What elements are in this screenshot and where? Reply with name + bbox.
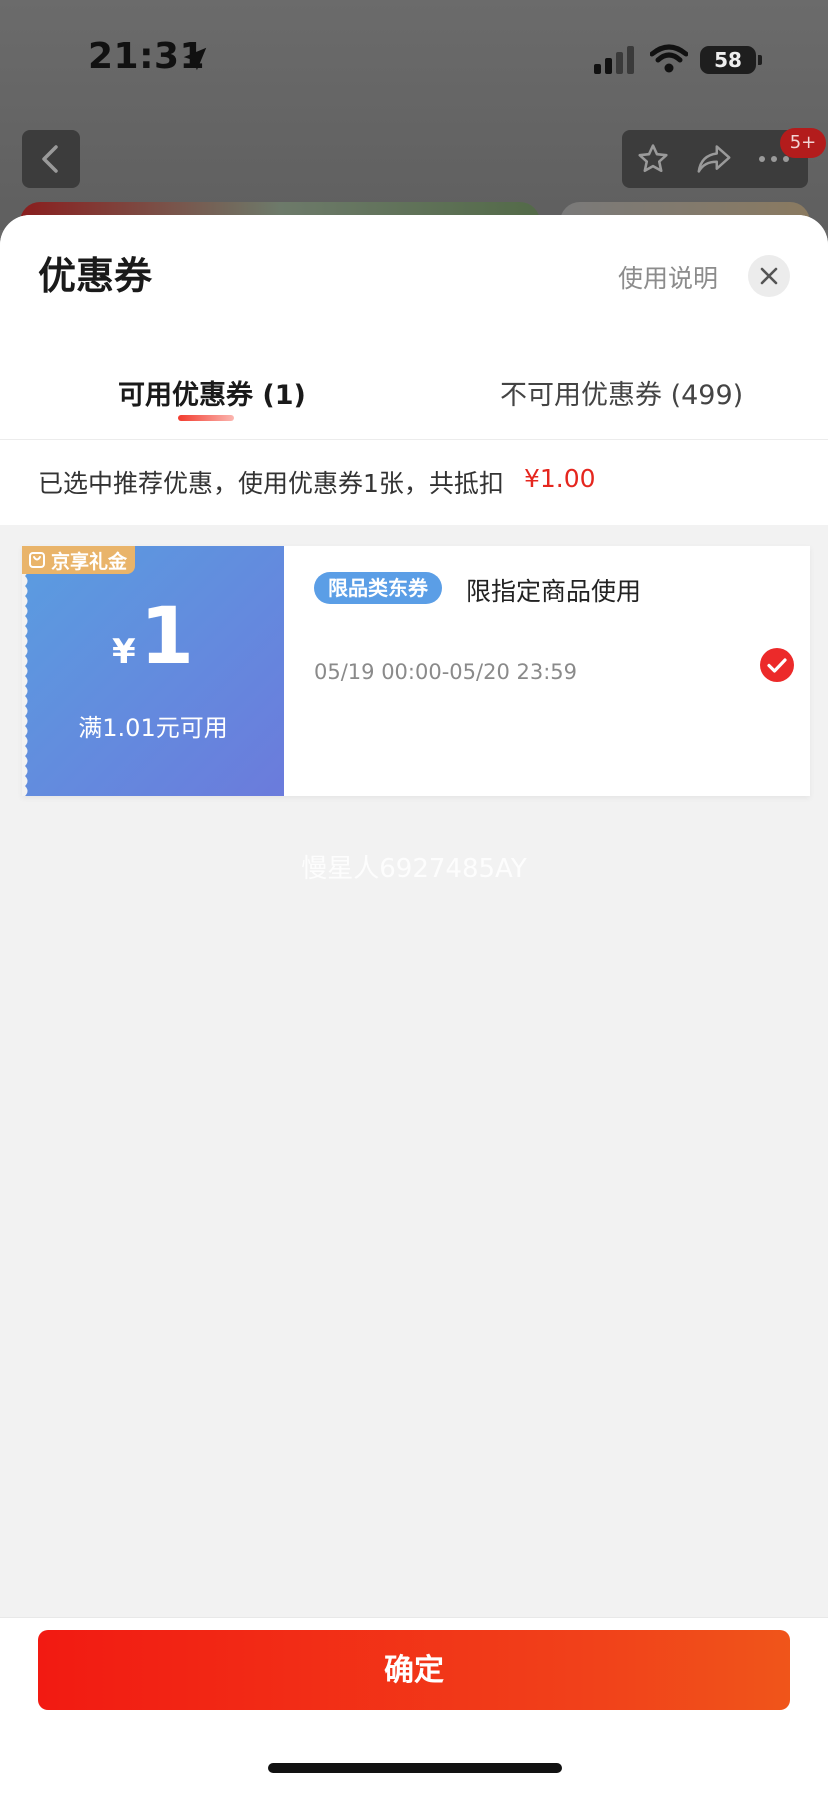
sheet-header: 优惠券 使用说明 可用优惠券 (1) 不可用优惠券 (499) — [0, 215, 828, 440]
gift-tag: 京享礼金 — [22, 546, 136, 574]
location-arrow-icon — [183, 47, 207, 71]
summary-text: 已选中推荐优惠，使用优惠券1张，共抵扣 — [38, 469, 504, 498]
wifi-icon — [650, 44, 688, 73]
category-badge: 限品类东券 — [314, 572, 442, 604]
battery-icon: 58 — [700, 46, 762, 74]
status-bar: 21:31 58 — [0, 0, 828, 120]
sheet-footer: 确定 — [0, 1617, 828, 1796]
coupon-value-panel: 京享礼金 ¥1 满1.01元可用 — [22, 546, 284, 796]
close-button[interactable] — [748, 255, 790, 297]
tab-available-coupons[interactable]: 可用优惠券 (1) — [118, 373, 306, 412]
coupon-value: 1 — [139, 592, 194, 682]
selection-summary: 已选中推荐优惠，使用优惠券1张，共抵扣 ¥1.00 — [0, 440, 828, 525]
cellular-signal-icon — [594, 46, 634, 74]
coupon-amount: ¥1 — [22, 598, 284, 676]
coupon-card[interactable]: 京享礼金 ¥1 满1.01元可用 限品类东券 限指定商品使用 05/19 00:… — [22, 546, 810, 796]
coupon-sheet: 优惠券 使用说明 可用优惠券 (1) 不可用优惠券 (499) 已选中推荐优惠，… — [0, 215, 828, 1796]
gift-tag-label: 京享礼金 — [51, 550, 128, 573]
usage-instructions-link[interactable]: 使用说明 — [618, 259, 718, 295]
gift-card-icon — [29, 552, 45, 568]
back-button[interactable] — [22, 130, 80, 188]
summary-amount: ¥1.00 — [524, 464, 596, 493]
share-icon[interactable] — [696, 142, 732, 176]
chevron-left-icon — [42, 145, 58, 173]
selected-check-icon[interactable] — [760, 648, 794, 682]
coupon-validity-period: 05/19 00:00-05/20 23:59 — [314, 660, 578, 684]
notification-badge: 5+ — [780, 128, 826, 158]
tab-unavailable-coupons[interactable]: 不可用优惠券 (499) — [500, 373, 743, 412]
watermark: 慢星人6927485AY — [301, 854, 527, 884]
active-tab-indicator — [178, 415, 234, 421]
confirm-button[interactable]: 确定 — [38, 1630, 790, 1710]
home-indicator — [268, 1763, 562, 1773]
coupon-currency: ¥ — [112, 632, 136, 672]
close-icon — [760, 267, 778, 285]
coupon-condition: 满1.01元可用 — [78, 714, 228, 742]
coupon-description: 限指定商品使用 — [466, 577, 642, 606]
sheet-title: 优惠券 — [38, 254, 153, 298]
star-icon[interactable] — [636, 142, 670, 176]
